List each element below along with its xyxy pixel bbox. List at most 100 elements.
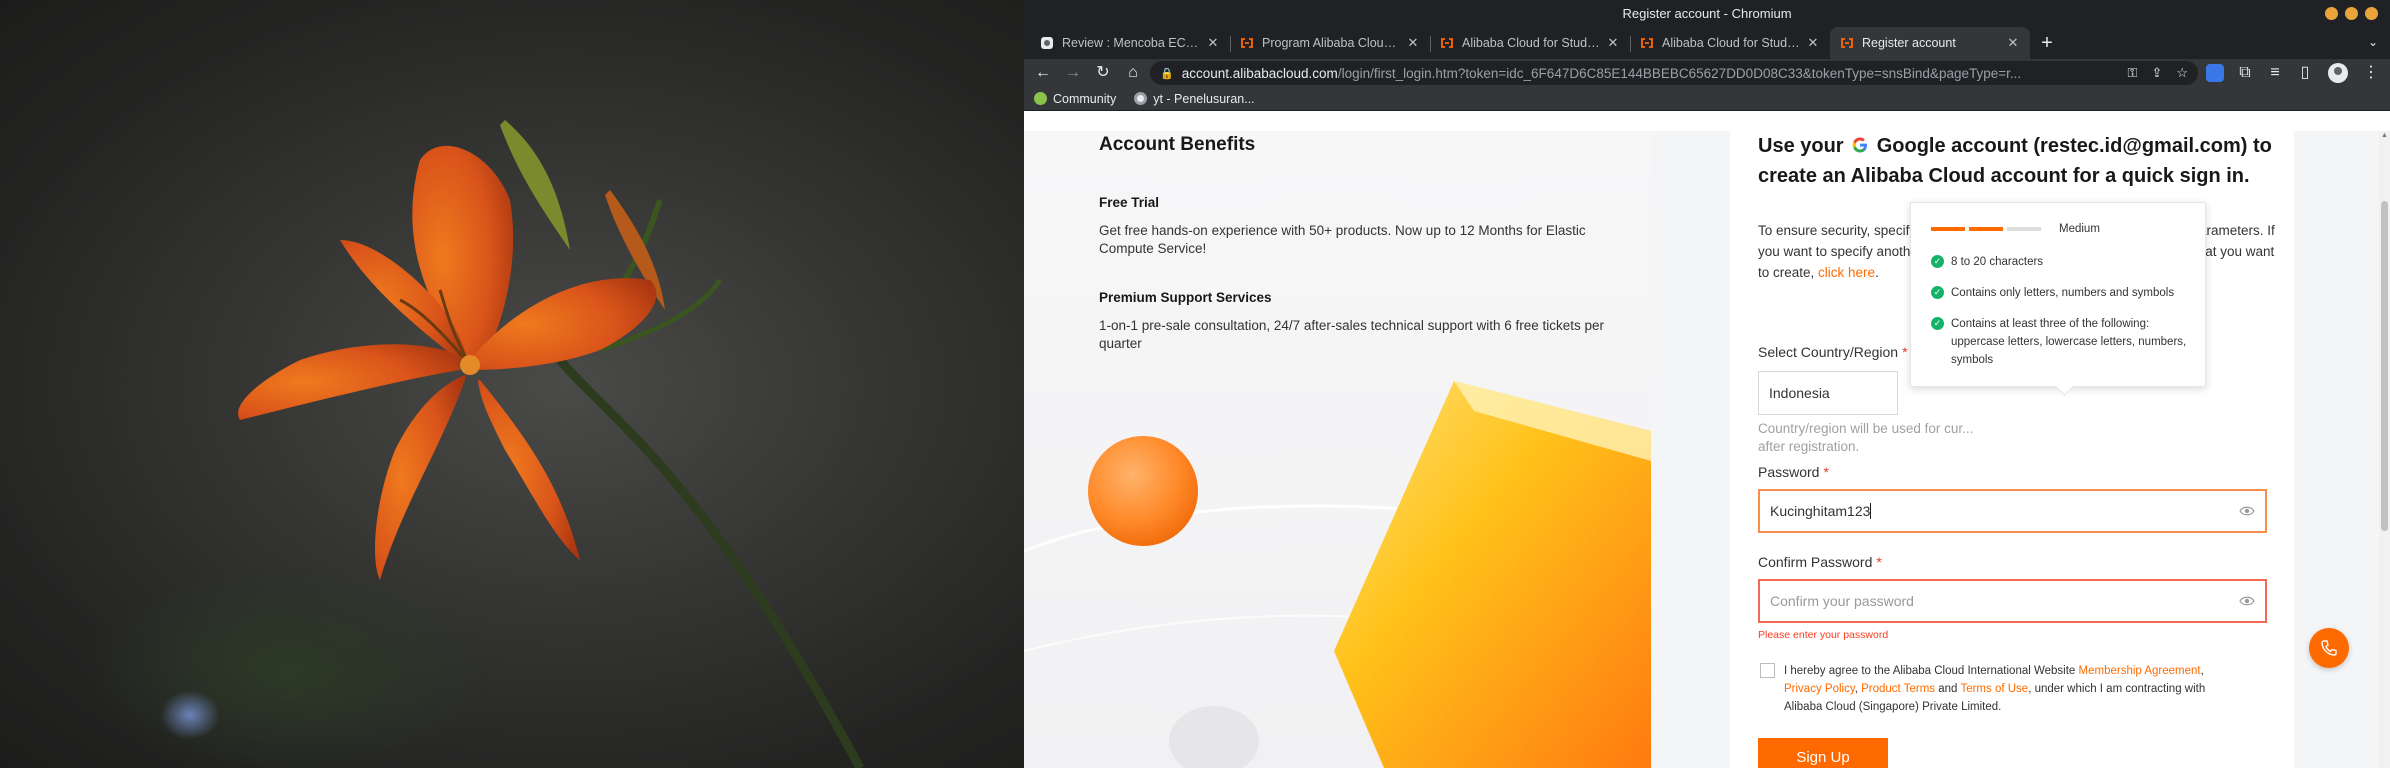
strength-meter: Medium	[1931, 223, 2100, 235]
check-circle-icon: ✓	[1931, 317, 1944, 330]
back-arrow-icon[interactable]: ←	[1030, 61, 1056, 85]
translate-extension-icon[interactable]	[2206, 64, 2224, 82]
benefit-text: 1-on-1 pre-sale consultation, 24/7 after…	[1099, 318, 1605, 351]
alibaba-cloud-icon	[1841, 38, 1853, 48]
password-strength-popover: Medium ✓ 8 to 20 characters ✓ Contains onl…	[1910, 202, 2206, 387]
forward-arrow-icon[interactable]: →	[1060, 61, 1086, 85]
alibaba-cloud-icon	[1441, 38, 1453, 48]
membership-agreement-link[interactable]: Membership Agreement	[2079, 665, 2201, 677]
bookmark-label: Community	[1053, 91, 1117, 106]
bookmark-community[interactable]: Community	[1034, 92, 1116, 106]
browser-toolbar: ← → ↻ ⌂ 🔒 account.alibabacloud.com /logi…	[1024, 59, 2390, 87]
tab-program-alibaba[interactable]: Program Alibaba Cloud untuk ✕	[1230, 27, 1430, 59]
scrollbar-thumb[interactable]	[2381, 201, 2388, 531]
show-password-eye-icon[interactable]	[2239, 505, 2255, 517]
close-tab-icon[interactable]: ✕	[2006, 35, 2020, 51]
key-icon[interactable]: ⚿	[2128, 65, 2138, 81]
benefits-heading: Account Benefits	[1099, 134, 1256, 155]
password-rule: ✓ Contains only letters, numbers and symb…	[1931, 284, 2191, 302]
tab-alibaba-students-1[interactable]: Alibaba Cloud for Students - I ✕	[1430, 27, 1630, 59]
confirm-password-error: Please enter your password	[1758, 629, 1889, 641]
profile-avatar[interactable]	[2328, 63, 2348, 83]
strength-segment	[1931, 227, 1965, 231]
close-tab-icon[interactable]: ✕	[1606, 35, 1620, 51]
bookmark-star-icon[interactable]: ☆	[2176, 65, 2188, 81]
window-titlebar: Register account - Chromium	[1024, 0, 2390, 27]
desktop-wallpaper	[0, 0, 1024, 768]
agree-checkbox[interactable]	[1760, 663, 1775, 678]
benefits-panel: Account Benefits Free Trial Get free han…	[1024, 131, 1651, 768]
bookmarks-bar: Community yt - Penelusuran...	[1024, 87, 2390, 111]
sign-up-button[interactable]: Sign Up	[1758, 738, 1888, 768]
password-label: Password *	[1758, 464, 1829, 480]
phone-icon	[2321, 640, 2337, 656]
bookmark-label: yt - Penelusuran...	[1153, 91, 1255, 106]
tab-title: Alibaba Cloud for Students - I	[1662, 36, 1800, 50]
window-title: Register account - Chromium	[1622, 6, 1792, 21]
password-rule: ✓ 8 to 20 characters	[1931, 253, 2191, 271]
click-here-link[interactable]: click here	[1818, 265, 1875, 280]
home-icon[interactable]: ⌂	[1120, 61, 1146, 85]
form-heading: Use your Google account (restec.id@gmail…	[1758, 131, 2278, 191]
menu-kebab-icon[interactable]: ⋮	[2358, 61, 2384, 85]
confirm-password-label: Confirm Password *	[1758, 554, 1882, 570]
agreement-text: I hereby agree to the Alibaba Cloud Inte…	[1784, 665, 2206, 713]
reload-icon[interactable]: ↻	[1090, 61, 1116, 85]
page-viewport: Account Benefits Free Trial Get free han…	[1024, 131, 2390, 768]
page-scrollbar[interactable]: ▲	[2379, 131, 2390, 768]
strength-level: Medium	[2059, 223, 2100, 235]
close-tab-icon[interactable]: ✕	[1806, 35, 1820, 51]
google-icon	[1134, 92, 1148, 105]
tab-title: Review : Mencoba ECS atau V	[1062, 36, 1200, 50]
tab-title: Register account	[1862, 36, 1956, 50]
product-terms-link[interactable]: Product Terms	[1861, 683, 1935, 695]
tab-title: Program Alibaba Cloud untuk	[1262, 36, 1400, 50]
benefit-title: Premium Support Services	[1099, 290, 1272, 305]
close-window-button[interactable]	[2365, 7, 2378, 20]
benefit-text: Get free hands-on experience with 50+ pr…	[1099, 223, 1586, 256]
privacy-policy-link[interactable]: Privacy Policy	[1784, 683, 1855, 695]
minimize-button[interactable]	[2325, 7, 2338, 20]
country-select[interactable]: Indonesia	[1758, 371, 1898, 415]
tab-search-chevron-icon[interactable]: ⌄	[2368, 35, 2378, 49]
site-info-icon[interactable]: 🔒	[1160, 67, 1174, 80]
check-circle-icon: ✓	[1931, 286, 1944, 299]
benefit-title: Free Trial	[1099, 195, 1160, 210]
password-value: Kucinghitam123	[1770, 503, 1871, 519]
alibaba-cloud-icon	[1641, 38, 1653, 48]
confirm-password-input[interactable]: Confirm your password	[1758, 579, 2267, 623]
strength-segment	[2007, 227, 2041, 231]
show-password-eye-icon[interactable]	[2239, 595, 2255, 607]
alibaba-cloud-icon	[1241, 38, 1253, 48]
new-tab-button[interactable]: +	[2030, 27, 2064, 59]
community-icon	[1034, 92, 1047, 105]
country-hint: Country/region will be used for cur... a…	[1758, 421, 1974, 454]
tab-alibaba-students-2[interactable]: Alibaba Cloud for Students - I ✕	[1630, 27, 1830, 59]
password-rule: ✓ Contains at least three of the followin…	[1931, 315, 2191, 369]
tab-register-account[interactable]: Register account ✕	[1830, 27, 2030, 59]
scroll-up-arrow-icon[interactable]: ▲	[2381, 132, 2388, 139]
address-bar[interactable]: 🔒 account.alibabacloud.com /login/first_…	[1150, 61, 2198, 85]
side-panel-icon[interactable]: ▯	[2292, 61, 2318, 85]
google-icon	[1852, 137, 1868, 153]
url-host: account.alibabacloud.com	[1181, 65, 1338, 81]
window-controls	[2325, 7, 2378, 20]
maximize-button[interactable]	[2345, 7, 2358, 20]
extensions-puzzle-icon[interactable]: ⧉	[2232, 61, 2258, 85]
check-circle-icon: ✓	[1931, 255, 1944, 268]
share-icon[interactable]: ⇪	[2151, 65, 2162, 81]
reading-list-icon[interactable]: ≡	[2262, 61, 2288, 85]
browser-window: Register account - Chromium Review : Men…	[1024, 0, 2390, 768]
review-site-icon	[1041, 37, 1053, 49]
tab-strip: Review : Mencoba ECS atau V ✕ Program Al…	[1024, 27, 2390, 59]
country-label: Select Country/Region *	[1758, 344, 1908, 360]
password-input[interactable]: Kucinghitam123	[1758, 489, 2267, 533]
register-form-card: Use your Google account (restec.id@gmail…	[1730, 131, 2294, 768]
terms-of-use-link[interactable]: Terms of Use	[1960, 683, 2028, 695]
tab-review[interactable]: Review : Mencoba ECS atau V ✕	[1030, 27, 1230, 59]
url-path: /login/first_login.htm?token=idc_6F647D6…	[1337, 65, 2022, 81]
contact-phone-button[interactable]	[2309, 628, 2349, 668]
close-tab-icon[interactable]: ✕	[1206, 35, 1220, 51]
close-tab-icon[interactable]: ✕	[1406, 35, 1420, 51]
bookmark-yt-search[interactable]: yt - Penelusuran...	[1134, 91, 1255, 106]
